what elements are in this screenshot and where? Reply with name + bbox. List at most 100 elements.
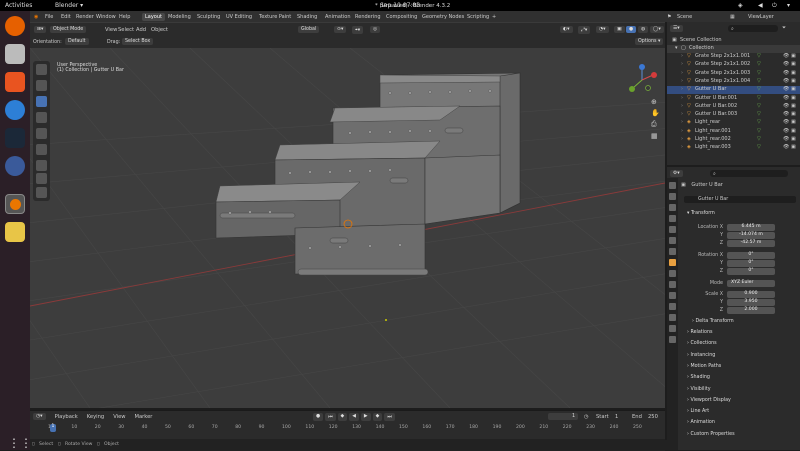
help-icon[interactable] bbox=[5, 100, 25, 120]
properties-tab-world-icon[interactable] bbox=[669, 237, 676, 244]
properties-tab-texture-icon[interactable] bbox=[669, 336, 676, 343]
files-icon[interactable] bbox=[5, 44, 25, 64]
object-menu[interactable]: Object bbox=[151, 27, 168, 33]
transform-header[interactable]: ▾ Transform bbox=[687, 211, 715, 216]
annotate-tool-icon[interactable] bbox=[36, 160, 47, 171]
location-x-field[interactable]: 6.445 m bbox=[727, 224, 775, 231]
section-header[interactable]: › Shading bbox=[687, 375, 710, 380]
tab-scripting[interactable]: Scripting bbox=[464, 13, 492, 21]
filter-icon[interactable]: ⏷ bbox=[782, 25, 786, 32]
render-camera-icon[interactable]: ▣ bbox=[791, 144, 796, 150]
rotate-tool-icon[interactable] bbox=[36, 112, 47, 123]
section-header[interactable]: › Animation bbox=[687, 420, 715, 425]
stairs-model[interactable] bbox=[215, 72, 521, 276]
drag-dropdown[interactable]: Select Box bbox=[122, 38, 154, 45]
visibility-eye-icon[interactable]: 👁 bbox=[783, 128, 789, 134]
expand-icon[interactable]: › bbox=[681, 144, 683, 150]
power-icon[interactable]: ⏻ bbox=[772, 2, 777, 10]
expand-icon[interactable]: › bbox=[681, 136, 683, 142]
menu-help[interactable]: Help bbox=[119, 14, 130, 20]
location-y-field[interactable]: -14.074 m bbox=[727, 232, 775, 239]
visibility-eye-icon[interactable]: 👁 bbox=[783, 86, 789, 92]
outliner-item[interactable]: › ◈ Light_rear.003 ▽ 👁 ▣ bbox=[667, 144, 800, 152]
timeline-view-menu[interactable]: View bbox=[113, 414, 125, 420]
section-header[interactable]: › Custom Properties bbox=[687, 432, 735, 437]
section-header[interactable]: › Relations bbox=[687, 330, 712, 335]
expand-icon[interactable]: › bbox=[681, 103, 683, 109]
system-menu-icon[interactable]: ▾ bbox=[787, 2, 790, 9]
outliner-item[interactable]: › ◈ Light_rear.002 ▽ 👁 ▣ bbox=[667, 136, 800, 144]
keying-menu[interactable]: Keying bbox=[87, 414, 104, 420]
measure-tool-icon[interactable] bbox=[36, 173, 47, 184]
steam-icon[interactable] bbox=[5, 128, 25, 148]
tab-rendering[interactable]: Rendering bbox=[352, 13, 384, 21]
menu-render[interactable]: Render bbox=[76, 14, 94, 20]
app-menu[interactable]: Blender ▾ bbox=[55, 2, 83, 9]
properties-tab-physics-icon[interactable] bbox=[669, 292, 676, 299]
outliner-item[interactable]: › ▽ Gutter U Bar.003 ▽ 👁 ▣ bbox=[667, 111, 800, 119]
properties-editor-type-icon[interactable]: ⚙▾ bbox=[670, 170, 683, 177]
move-tool-icon[interactable] bbox=[36, 96, 47, 107]
visibility-eye-icon[interactable]: 👁 bbox=[783, 95, 789, 101]
visibility-eye-icon[interactable]: 👁 bbox=[783, 78, 789, 84]
section-header[interactable]: › Motion Paths bbox=[687, 364, 721, 369]
3d-viewport[interactable]: User Perspective (1) Collection | Gutter… bbox=[30, 48, 665, 408]
notes-icon[interactable] bbox=[5, 222, 25, 242]
scale-tool-icon[interactable] bbox=[36, 128, 47, 139]
render-camera-icon[interactable]: ▣ bbox=[791, 78, 796, 84]
proportional-edit-icon[interactable]: ◎ bbox=[370, 26, 381, 33]
properties-search-input[interactable]: ⌕ bbox=[710, 170, 788, 177]
properties-tab-tool-icon[interactable] bbox=[669, 182, 676, 189]
outliner-item[interactable]: › ▽ Grate Step 2x1x1.002 ▽ 👁 ▣ bbox=[667, 61, 800, 69]
view-layer-name[interactable]: ViewLayer bbox=[748, 14, 774, 20]
activities-button[interactable]: Activities bbox=[5, 2, 32, 9]
expand-icon[interactable]: › bbox=[681, 70, 683, 76]
outliner-search-input[interactable]: ⌕ bbox=[728, 25, 778, 32]
outliner-item[interactable]: › ▽ Grate Step 2x1x1.003 ▽ 👁 ▣ bbox=[667, 70, 800, 78]
transform-orientation-dropdown[interactable]: Global bbox=[298, 26, 320, 33]
properties-tab-collection-icon[interactable] bbox=[669, 248, 676, 255]
visibility-eye-icon[interactable]: 👁 bbox=[783, 61, 789, 67]
outliner-item[interactable]: › ◈ Light_rear ▽ 👁 ▣ bbox=[667, 119, 800, 127]
properties-tab-data-icon[interactable] bbox=[669, 314, 676, 321]
render-camera-icon[interactable]: ▣ bbox=[791, 136, 796, 142]
transform-tool-icon[interactable] bbox=[36, 144, 47, 155]
properties-tab-object-icon[interactable] bbox=[669, 259, 676, 266]
select-menu[interactable]: Select bbox=[118, 27, 134, 33]
play-reverse-icon[interactable]: ◀ bbox=[349, 413, 359, 421]
visibility-eye-icon[interactable]: 👁 bbox=[783, 103, 789, 109]
outliner-item[interactable]: › ▽ Grate Step 2x1x1.001 ▽ 👁 ▣ bbox=[667, 53, 800, 61]
camera-view-icon[interactable]: ⎙ bbox=[651, 120, 660, 129]
outliner-item[interactable]: › ▽ Gutter U Bar ▽ 👁 ▣ bbox=[667, 86, 800, 95]
pan-icon[interactable]: ✋ bbox=[651, 109, 660, 117]
solid-shading-icon[interactable]: ● bbox=[626, 26, 637, 33]
pivot-icon[interactable]: ⊙▾ bbox=[334, 26, 347, 33]
xray-icon[interactable]: ▣ bbox=[614, 26, 625, 33]
location-z-field[interactable]: -42.57 m bbox=[727, 240, 775, 247]
scene-name[interactable]: Scene bbox=[677, 14, 692, 20]
tab-uv-editing[interactable]: UV Editing bbox=[223, 13, 255, 21]
collection-label[interactable]: Collection bbox=[689, 45, 714, 51]
play-icon[interactable]: ▶ bbox=[360, 413, 371, 421]
expand-icon[interactable]: › bbox=[681, 61, 683, 67]
playhead[interactable]: 1 bbox=[50, 424, 56, 432]
editor-type-button[interactable]: ⊞▾ bbox=[34, 26, 47, 33]
viewport-scene[interactable] bbox=[30, 48, 665, 408]
rotation-z-field[interactable]: 0° bbox=[727, 268, 775, 275]
navigation-gizmo[interactable] bbox=[629, 64, 657, 92]
view-menu[interactable]: View bbox=[105, 27, 117, 33]
render-camera-icon[interactable]: ▣ bbox=[791, 128, 796, 134]
outliner-item[interactable]: › ▽ Gutter U Bar.001 ▽ 👁 ▣ bbox=[667, 95, 800, 103]
properties-tab-scene-icon[interactable] bbox=[669, 226, 676, 233]
start-frame-field[interactable]: 1 bbox=[615, 414, 618, 420]
visibility-eye-icon[interactable]: 👁 bbox=[783, 111, 789, 117]
properties-tab-constraints-icon[interactable] bbox=[669, 303, 676, 310]
scale-z-field[interactable]: 2.000 bbox=[727, 307, 775, 314]
render-camera-icon[interactable]: ▣ bbox=[791, 119, 796, 125]
properties-tab-view-layer-icon[interactable] bbox=[669, 215, 676, 222]
rotation-x-field[interactable]: 0° bbox=[727, 252, 775, 259]
render-camera-icon[interactable]: ▣ bbox=[791, 111, 796, 117]
expand-icon[interactable]: › bbox=[681, 119, 683, 125]
visibility-eye-icon[interactable]: 👁 bbox=[783, 136, 789, 142]
render-camera-icon[interactable]: ▣ bbox=[791, 95, 796, 101]
